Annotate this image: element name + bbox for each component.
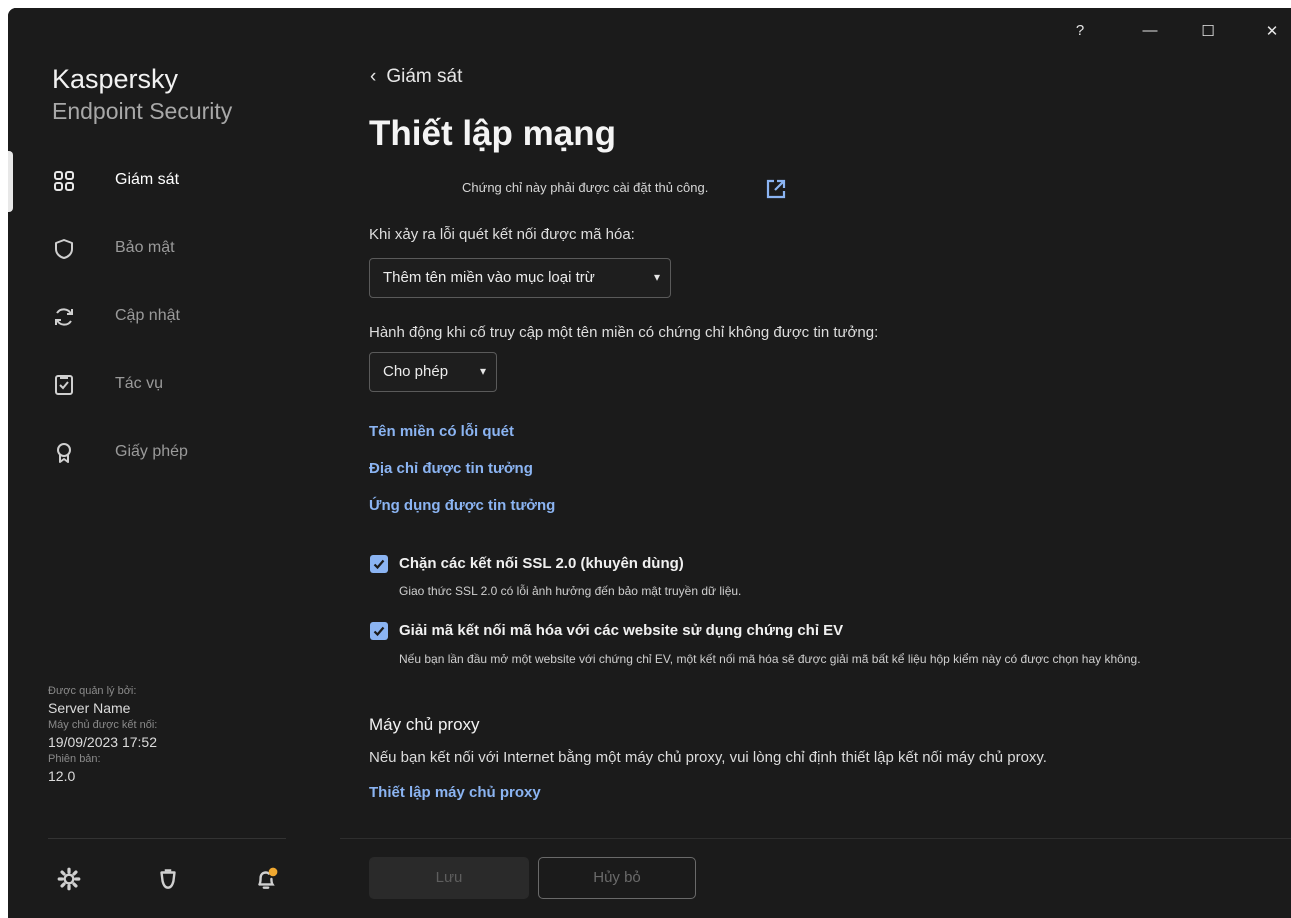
brand-name: Kaspersky <box>52 64 179 94</box>
management-info: Được quản lý bởi: Server Name Máy chủ đư… <box>48 684 157 786</box>
shield-icon <box>55 239 73 259</box>
untrusted-cert-value: Cho phép <box>383 363 449 380</box>
checkmark-icon <box>373 559 385 570</box>
decrypt-ev-title[interactable]: Giải mã kết nối mã hóa với các website s… <box>399 622 843 639</box>
sidebar: Kaspersky Endpoint Security Giám sát Bảo… <box>8 8 348 918</box>
footer-divider <box>340 838 1291 839</box>
proxy-heading: Máy chủ proxy <box>369 715 480 734</box>
chevron-down-icon: ▾ <box>479 364 486 378</box>
encrypted-error-value: Thêm tên miền vào mục loại trừ <box>383 269 595 286</box>
cancel-button[interactable]: Hủy bỏ <box>538 857 696 899</box>
trusted-applications-link[interactable]: Ứng dụng được tin tưởng <box>369 497 555 514</box>
scan-error-domains-link[interactable]: Tên miền có lỗi quét <box>369 423 514 440</box>
maximize-button[interactable]: ☐ <box>1194 22 1222 46</box>
settings-icon[interactable] <box>56 866 82 892</box>
checkmark-icon <box>373 626 385 637</box>
save-button[interactable]: Lưu <box>369 857 529 899</box>
sidebar-item-monitoring[interactable]: Giám sát <box>8 157 338 205</box>
sidebar-item-license[interactable]: Giấy phép <box>8 429 338 477</box>
close-button[interactable]: ✕ <box>1258 22 1286 46</box>
connected-server-value: 19/09/2023 17:52 <box>48 734 157 750</box>
sidebar-divider <box>48 838 286 839</box>
refresh-icon <box>55 308 73 326</box>
managed-by-value: Server Name <box>48 700 131 716</box>
chevron-left-icon: ‹ <box>370 66 377 87</box>
sidebar-item-label: Giấy phép <box>115 443 188 460</box>
page-title: Thiết lập mạng <box>369 114 616 153</box>
proxy-description: Nếu bạn kết nối với Internet bằng một má… <box>369 749 1047 766</box>
notification-icon[interactable] <box>253 866 279 892</box>
block-ssl2-checkbox[interactable] <box>370 555 388 573</box>
sidebar-item-security[interactable]: Bảo mật <box>8 225 338 273</box>
sidebar-item-update[interactable]: Cập nhật <box>8 293 338 341</box>
block-ssl2-title[interactable]: Chặn các kết nối SSL 2.0 (khuyên dùng) <box>399 555 684 572</box>
untrusted-cert-label: Hành động khi cố truy cập một tên miền c… <box>369 324 879 341</box>
encrypted-error-label: Khi xảy ra lỗi quét kết nối được mã hóa: <box>369 226 635 243</box>
certificate-note: Chứng chỉ này phải được cài đặt thủ công… <box>462 180 709 195</box>
sidebar-item-label: Tác vụ <box>115 375 164 392</box>
license-icon <box>57 443 71 463</box>
chevron-down-icon: ▾ <box>653 270 660 284</box>
connected-server-label: Máy chủ được kết nối: <box>48 719 158 731</box>
minimize-button[interactable]: — <box>1136 22 1164 46</box>
sidebar-item-tasks[interactable]: Tác vụ <box>8 361 338 409</box>
product-name: Endpoint Security <box>52 98 233 124</box>
help-button[interactable]: ? <box>1066 22 1094 46</box>
version-label: Phiên bản: <box>48 753 101 765</box>
managed-by-label: Được quản lý bởi: <box>48 685 137 697</box>
proxy-settings-link[interactable]: Thiết lập máy chủ proxy <box>369 784 541 801</box>
trusted-addresses-link[interactable]: Địa chỉ được tin tưởng <box>369 460 533 477</box>
untrusted-cert-select[interactable]: Cho phép ▾ <box>369 352 497 392</box>
sidebar-item-label: Giám sát <box>115 171 180 188</box>
clipboard-check-icon <box>55 375 73 395</box>
block-ssl2-description: Giao thức SSL 2.0 có lỗi ảnh hưởng đến b… <box>399 584 742 598</box>
support-icon[interactable] <box>155 866 181 892</box>
encrypted-error-select[interactable]: Thêm tên miền vào mục loại trừ ▾ <box>369 258 671 298</box>
decrypt-ev-checkbox[interactable] <box>370 622 388 640</box>
external-link-icon[interactable] <box>765 178 787 200</box>
sidebar-item-label: Bảo mật <box>115 239 175 256</box>
decrypt-ev-description: Nếu bạn lần đầu mở một website với chứng… <box>399 652 1141 666</box>
dashboard-icon <box>54 171 74 191</box>
back-link[interactable]: ‹ Giám sát <box>370 66 462 88</box>
sidebar-item-label: Cập nhật <box>115 307 180 324</box>
app-window: Kaspersky Endpoint Security Giám sát Bảo… <box>8 8 1291 918</box>
version-value: 12.0 <box>48 768 76 784</box>
back-label: Giám sát <box>386 66 463 87</box>
